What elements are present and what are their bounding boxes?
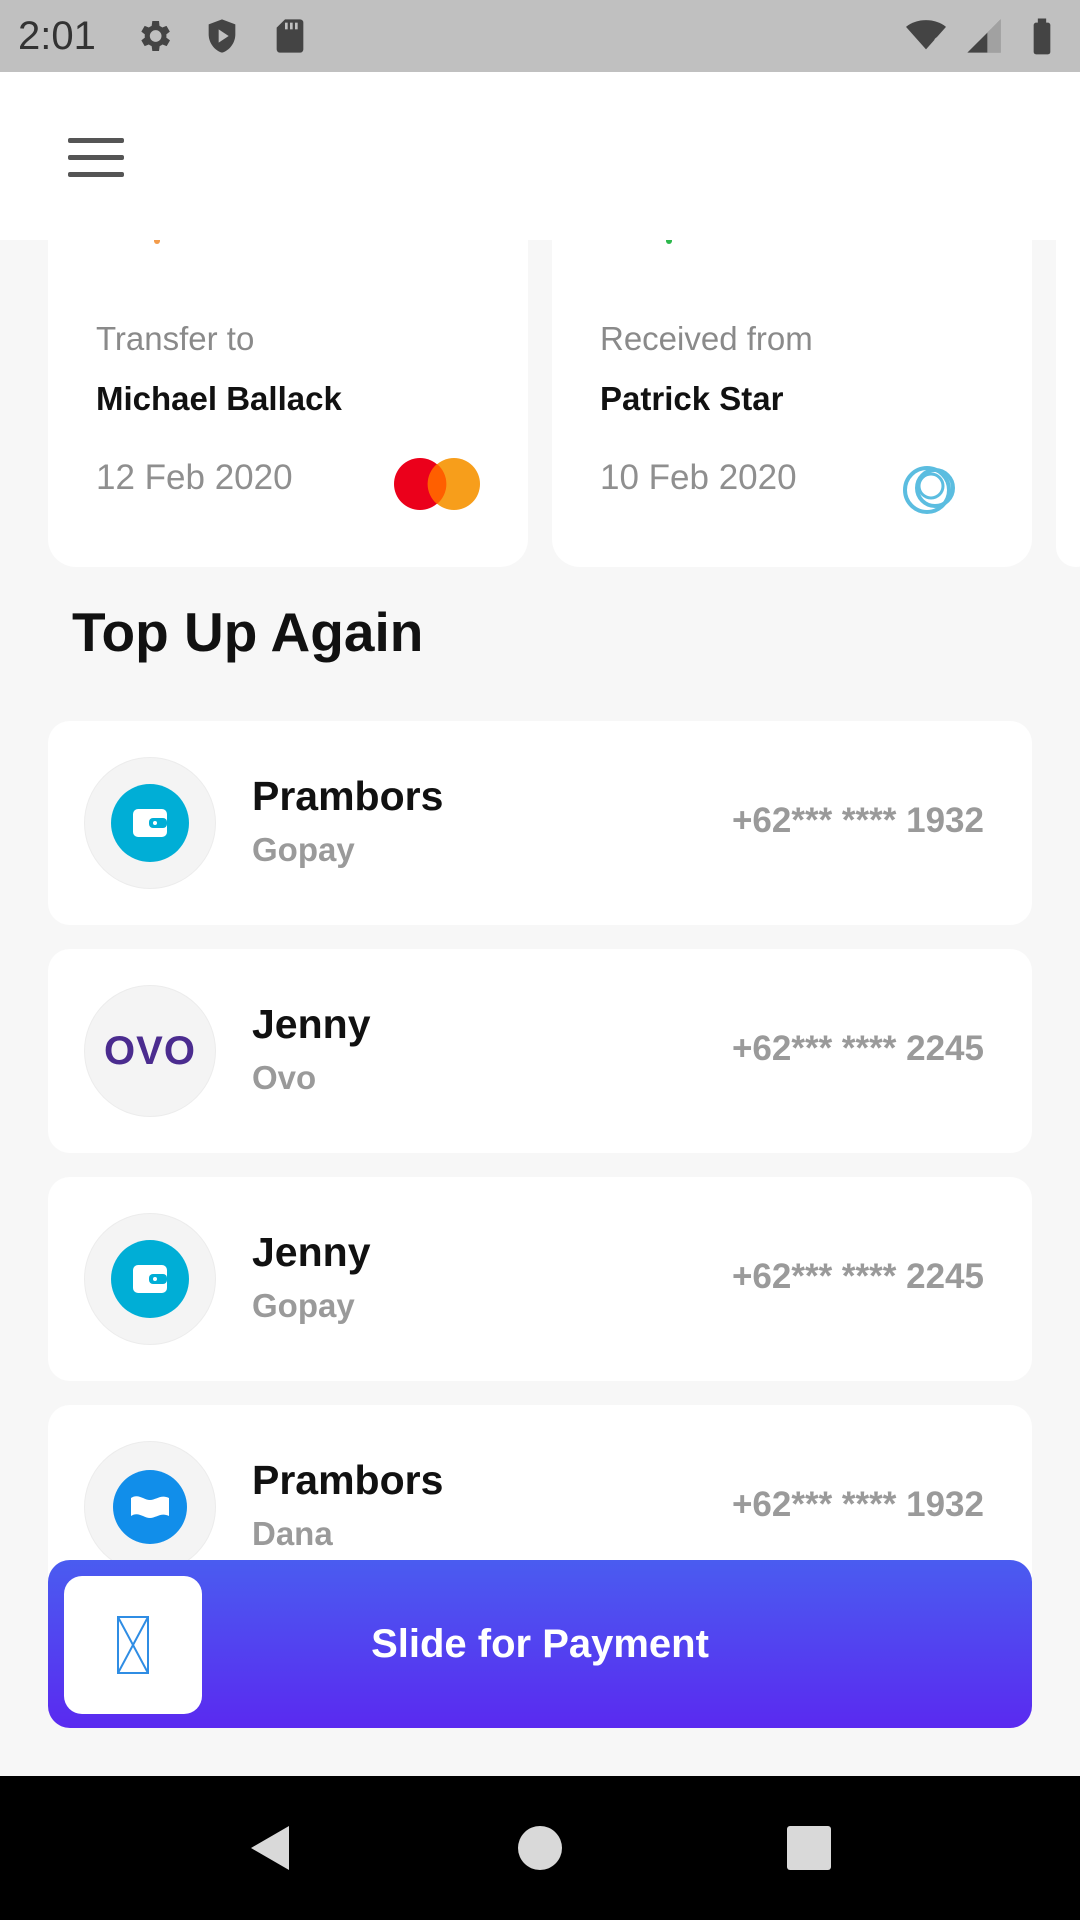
back-icon[interactable]: [243, 1820, 299, 1876]
transaction-date: 12 Feb 2020: [96, 458, 293, 497]
provider-name: Dana: [252, 1515, 333, 1552]
hamburger-menu-icon[interactable]: [68, 138, 124, 178]
transaction-label: Received from: [600, 320, 813, 357]
battery-icon: [1033, 18, 1051, 55]
phone-number: +62*** **** 1932: [731, 801, 984, 840]
rings-logo: [903, 466, 955, 514]
transaction-name: Patrick Star: [600, 380, 784, 417]
phone-number: +62*** **** 2245: [731, 1029, 984, 1068]
sd-card-icon: [276, 19, 304, 53]
shield-icon: [208, 19, 236, 53]
gopay-wallet-icon: [111, 784, 189, 862]
contact-name: Prambors: [252, 773, 444, 819]
contact-name: Prambors: [252, 1457, 444, 1503]
provider-name: Gopay: [252, 831, 355, 868]
slide-for-payment-button[interactable]: Slide for Payment: [48, 1560, 1032, 1728]
status-time: 2:01: [18, 13, 96, 58]
provider-name: Ovo: [252, 1059, 317, 1096]
provider-name: Gopay: [252, 1287, 355, 1324]
app-bar: [0, 72, 1080, 240]
status-bar: 2:01: [0, 0, 1080, 72]
ovo-logo: OVO: [104, 1028, 196, 1073]
topup-item[interactable]: Jenny Gopay +62*** **** 2245: [48, 1177, 1032, 1381]
slide-handle-icon: [117, 1616, 149, 1674]
avatar: OVO: [84, 985, 216, 1117]
transaction-card[interactable]: Received from Patrick Star 10 Feb 2020: [552, 230, 1032, 567]
dana-icon: [113, 1470, 187, 1544]
home-icon[interactable]: [512, 1820, 568, 1876]
system-nav-bar: [0, 1776, 1080, 1920]
gear-icon: [141, 21, 170, 51]
mastercard-logo: [394, 458, 480, 510]
transaction-card-peek[interactable]: [1056, 230, 1080, 567]
screen: 2:01 Transfer to Michael Ballack 12 Feb …: [0, 0, 1080, 1920]
wifi-icon: [906, 20, 946, 50]
transaction-label: Transfer to: [96, 320, 255, 357]
recents-icon[interactable]: [781, 1820, 837, 1876]
avatar: [84, 1441, 216, 1573]
topup-item[interactable]: Prambors Gopay +62*** **** 1932: [48, 721, 1032, 925]
gopay-wallet-icon: [111, 1240, 189, 1318]
contact-name: Jenny: [252, 1229, 371, 1275]
phone-number: +62*** **** 2245: [731, 1257, 984, 1296]
avatar: [84, 1213, 216, 1345]
section-title: Top Up Again: [72, 601, 424, 663]
signal-icon: [967, 19, 1001, 53]
transaction-name: Michael Ballack: [96, 380, 342, 417]
transaction-card[interactable]: Transfer to Michael Ballack 12 Feb 2020: [48, 230, 528, 567]
phone-number: +62*** **** 1932: [731, 1485, 984, 1524]
topup-item[interactable]: OVO Jenny Ovo +62*** **** 2245: [48, 949, 1032, 1153]
avatar: [84, 757, 216, 889]
slide-handle[interactable]: [64, 1576, 202, 1714]
contact-name: Jenny: [252, 1001, 371, 1047]
transaction-date: 10 Feb 2020: [600, 458, 797, 497]
